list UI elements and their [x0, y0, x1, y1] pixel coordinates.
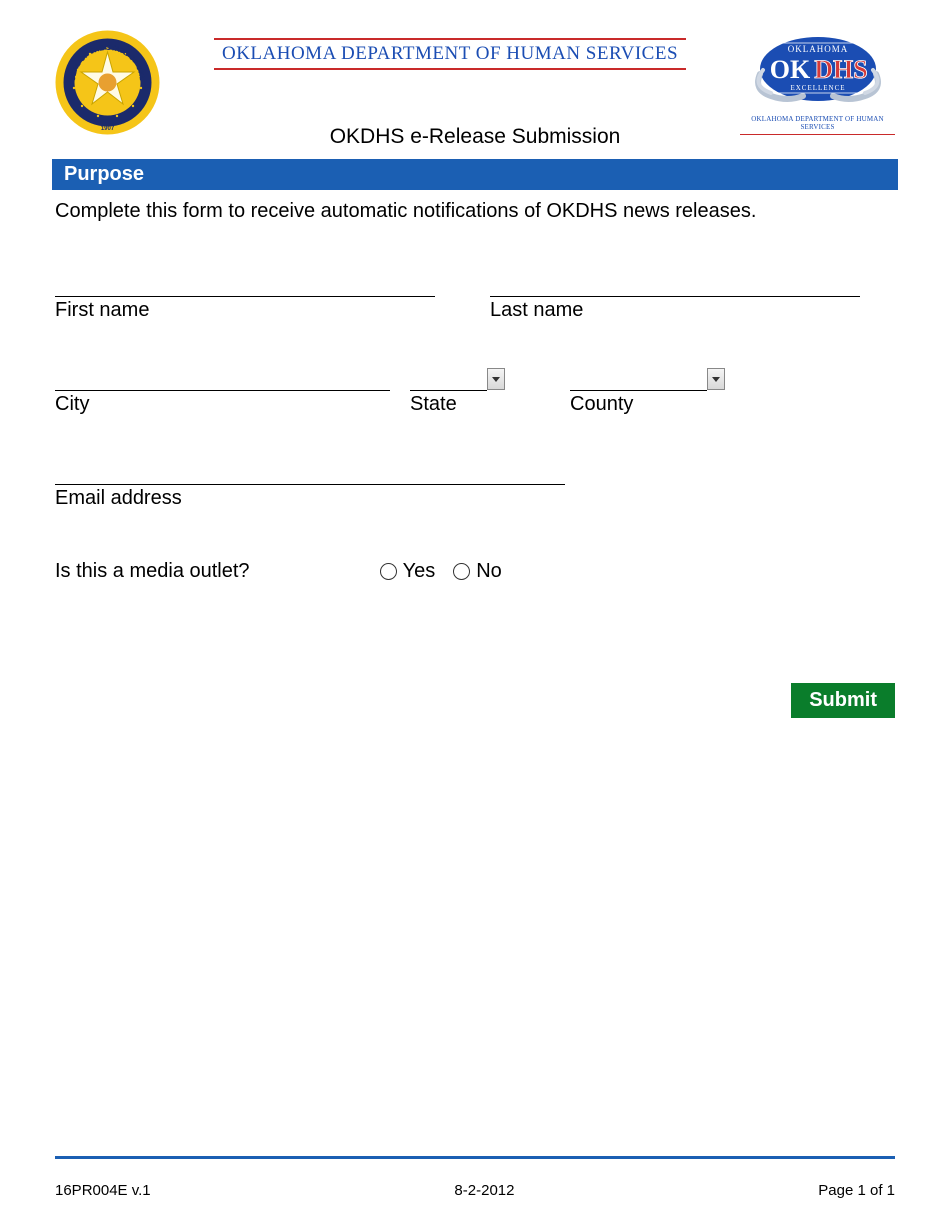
- page-number: Page 1 of 1: [818, 1182, 895, 1199]
- form-page: GREAT SEAL OF THE STATE OF OKLAHOMA 1907…: [0, 0, 950, 1229]
- svg-text:OKLAHOMA: OKLAHOMA: [787, 44, 848, 54]
- city-input[interactable]: [55, 368, 390, 390]
- footer-date: 8-2-2012: [454, 1182, 514, 1199]
- chevron-down-icon: [712, 377, 720, 382]
- media-no-radio[interactable]: [453, 563, 470, 580]
- email-input[interactable]: [55, 462, 565, 484]
- email-label: Email address: [55, 487, 565, 510]
- media-yes-radio[interactable]: [380, 563, 397, 580]
- form-number: 16PR004E v.1: [55, 1182, 151, 1199]
- footer: 16PR004E v.1 8-2-2012 Page 1 of 1: [55, 1182, 895, 1199]
- department-title-wrap: OKLAHOMA DEPARTMENT OF HUMAN SERVICES: [160, 30, 740, 70]
- header: GREAT SEAL OF THE STATE OF OKLAHOMA 1907…: [55, 30, 895, 135]
- state-dropdown[interactable]: [487, 368, 505, 390]
- first-name-input[interactable]: [55, 274, 435, 296]
- department-title: OKLAHOMA DEPARTMENT OF HUMAN SERVICES: [222, 43, 678, 65]
- state-label: State: [410, 393, 505, 416]
- county-dropdown[interactable]: [707, 368, 725, 390]
- media-no-label: No: [476, 560, 502, 583]
- county-label: County: [570, 393, 725, 416]
- svg-text:EXCELLENCE: EXCELLENCE: [790, 84, 845, 92]
- svg-text:DHS: DHS: [814, 55, 867, 84]
- chevron-down-icon: [492, 377, 500, 382]
- footer-divider: [55, 1156, 895, 1159]
- media-question-label: Is this a media outlet?: [55, 560, 250, 583]
- okdhs-logo: OKLAHOMA OK DHS EXCELLENCE OKLAHOMA DEPA…: [740, 30, 895, 135]
- purpose-heading: Purpose: [52, 159, 898, 190]
- svg-text:1907: 1907: [101, 126, 115, 132]
- last-name-input[interactable]: [490, 274, 860, 296]
- okdhs-logo-subtext: OKLAHOMA DEPARTMENT OF HUMAN SERVICES: [740, 113, 895, 135]
- purpose-text: Complete this form to receive automatic …: [55, 200, 895, 223]
- submit-button[interactable]: Submit: [791, 683, 895, 718]
- svg-text:OK: OK: [769, 55, 810, 84]
- last-name-label: Last name: [490, 299, 860, 322]
- city-label: City: [55, 393, 390, 416]
- first-name-label: First name: [55, 299, 435, 322]
- state-seal-icon: GREAT SEAL OF THE STATE OF OKLAHOMA 1907: [55, 30, 160, 135]
- media-yes-label: Yes: [403, 560, 436, 583]
